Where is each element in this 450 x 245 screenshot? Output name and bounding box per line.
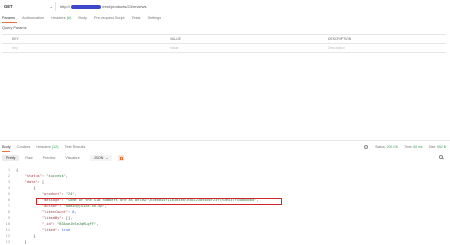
wrap-lines-icon[interactable]	[118, 155, 125, 161]
code-token: "likesCount"	[41, 210, 68, 214]
code-token: }	[33, 234, 36, 238]
size-readout[interactable]: Size: 652 B	[429, 145, 446, 149]
tab-headers[interactable]: Headers (6)	[51, 16, 71, 22]
method-select[interactable]: GET ⌄	[2, 2, 56, 11]
response-status-bar: Status: 200 OK Time: 60 ms Size: 652 B	[364, 145, 446, 150]
tab-body[interactable]: Body	[78, 16, 87, 22]
method-label: GET	[4, 4, 13, 9]
code-token: : [],	[61, 216, 73, 220]
code-token: "_id"	[41, 222, 53, 226]
code-token: ,	[96, 222, 99, 226]
tab-settings[interactable]: Settings	[147, 16, 161, 22]
query-params-table: KEY VALUE DESCRIPTION Key Value Descript…	[2, 34, 446, 53]
url-input[interactable]: http:// /rest/products/24/reviews	[60, 2, 446, 11]
chevron-down-icon: ⌄	[105, 156, 109, 160]
column-header-key: KEY	[12, 37, 19, 41]
globe-icon[interactable]	[364, 145, 369, 150]
tab-response-body[interactable]: Body	[2, 145, 11, 149]
code-token: : [	[37, 180, 45, 184]
request-tabs: Params Authorization Headers (6) Body Pr…	[2, 16, 161, 22]
response-tabs: Body Cookies Headers (12) Test Results	[2, 145, 85, 149]
highlight-box	[36, 198, 282, 205]
code-token: "likedBy"	[41, 216, 62, 220]
time-readout[interactable]: Time: 60 ms	[404, 145, 423, 149]
table-header-row: KEY VALUE DESCRIPTION	[2, 35, 446, 44]
code-token: ]	[24, 240, 27, 244]
pane-divider[interactable]	[0, 140, 450, 141]
response-view-bar: Pretty Raw Preview Visualize JSON ⌄	[2, 155, 125, 161]
code-token: true	[61, 228, 71, 232]
code-token: ,	[74, 192, 77, 196]
chevron-down-icon: ⌄	[49, 3, 53, 9]
code-token: ,	[65, 174, 68, 178]
code-token: "liked"	[41, 228, 58, 232]
tab-test-results[interactable]: Test Results	[65, 145, 86, 149]
column-header-value: VALUE	[170, 37, 181, 41]
tab-authorization[interactable]: Authorization	[22, 16, 44, 22]
view-pretty-button[interactable]: Pretty	[2, 155, 20, 161]
code-token: {	[16, 168, 19, 172]
code-token: "product"	[41, 192, 62, 196]
table-row: Key Value Description	[2, 44, 446, 53]
status-readout: Status: 200 OK	[375, 145, 399, 149]
code-token: "status"	[24, 174, 42, 178]
tab-response-headers[interactable]: Headers (12)	[36, 145, 58, 149]
view-visualize-button[interactable]: Visualize	[61, 155, 83, 161]
code-token: "B3AueJhSeJqRLgFF"	[57, 222, 97, 226]
query-params-label: Query Params	[2, 26, 27, 30]
view-raw-button[interactable]: Raw	[21, 155, 36, 161]
format-select[interactable]: JSON ⌄	[89, 155, 113, 161]
value-input[interactable]: Value	[160, 46, 318, 50]
code-token: "data"	[24, 180, 38, 184]
code-token: "success"	[46, 174, 66, 178]
code-token: ,	[74, 210, 77, 214]
tab-tests[interactable]: Tests	[132, 16, 141, 22]
view-preview-button[interactable]: Preview	[39, 155, 60, 161]
description-input[interactable]: Description	[318, 46, 446, 50]
active-response-tab-indicator	[2, 151, 10, 152]
tab-pre-request-script[interactable]: Pre-request Script	[94, 16, 125, 22]
redacted-host	[71, 4, 102, 9]
column-header-description: DESCRIPTION	[328, 37, 352, 41]
code-token: {	[33, 186, 36, 190]
url-path: /rest/products/24/reviews	[102, 4, 147, 9]
url-prefix: http://	[60, 4, 71, 9]
key-input[interactable]: Key	[2, 46, 160, 50]
search-icon[interactable]	[439, 155, 444, 160]
tab-cookies[interactable]: Cookies	[17, 145, 31, 149]
active-tab-indicator	[2, 22, 17, 23]
